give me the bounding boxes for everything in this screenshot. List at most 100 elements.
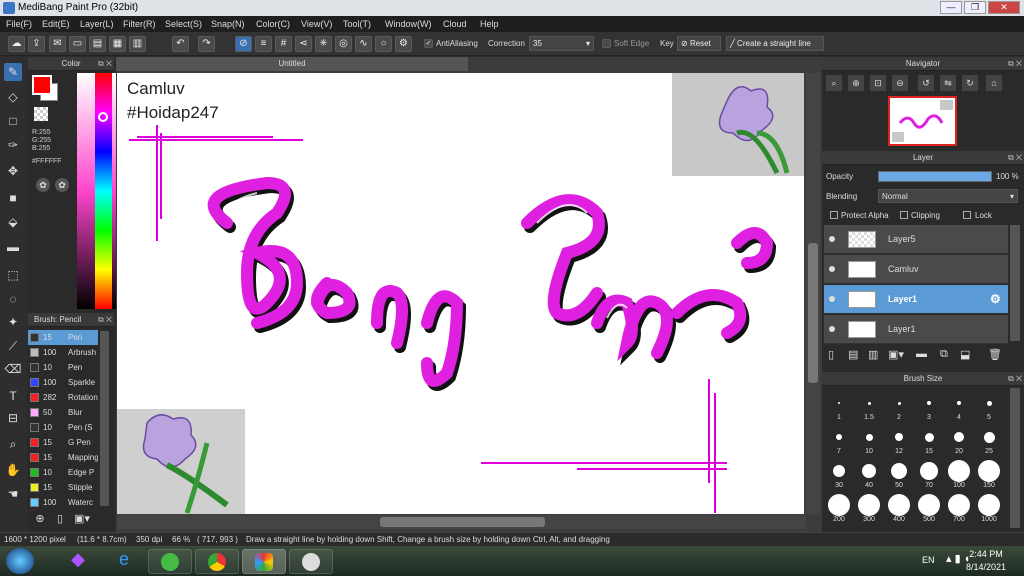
export-icon[interactable]: ▦ <box>109 36 126 52</box>
clipping-checkbox[interactable] <box>900 211 908 219</box>
brush-size-option[interactable]: 10 <box>857 426 881 455</box>
flip-icon[interactable]: ⇋ <box>940 75 956 91</box>
divide-tool-icon[interactable]: ⊟ <box>4 409 22 427</box>
snap-radial-icon[interactable]: ✳ <box>315 36 332 52</box>
magic-wand-icon[interactable]: ✦ <box>4 313 22 331</box>
medibang-taskbar-icon[interactable] <box>242 549 286 574</box>
language-indicator[interactable]: EN <box>922 555 935 565</box>
paint-icon[interactable] <box>289 549 333 574</box>
antialiasing-checkbox[interactable]: ✓ <box>424 39 433 48</box>
internet-explorer-icon[interactable]: e <box>102 549 146 574</box>
correction-select[interactable]: 35 ▾ <box>529 36 594 51</box>
brush-size-option[interactable]: 1 <box>827 392 851 421</box>
vertical-scroll-thumb[interactable] <box>808 243 818 383</box>
brush-size-option[interactable]: 30 <box>827 460 851 489</box>
brush-item[interactable]: 10 Pen (S <box>28 420 98 435</box>
settings-icon[interactable]: ▥ <box>129 36 146 52</box>
layer-settings-icon[interactable]: ⚙ <box>990 292 1001 306</box>
hue-bar[interactable] <box>95 73 112 309</box>
snap-off-icon[interactable]: ⊘ <box>235 36 252 52</box>
redo-icon[interactable]: ↷ <box>198 36 215 52</box>
menu-cloud[interactable]: Cloud <box>443 19 467 29</box>
text-tool-icon[interactable]: T <box>4 387 22 405</box>
rotate-right-icon[interactable]: ↻ <box>962 75 978 91</box>
snap-parallel-icon[interactable]: ≡ <box>255 36 272 52</box>
move-tool-icon[interactable]: ✥ <box>4 162 22 180</box>
transparent-swatch[interactable] <box>34 107 48 121</box>
brush-scrollbar[interactable] <box>100 331 109 506</box>
palette-icon[interactable]: ✿ <box>36 178 50 192</box>
cloud-icon[interactable]: ☁ <box>8 36 25 52</box>
brush-size-option[interactable]: 20 <box>947 426 971 455</box>
horizontal-scroll-thumb[interactable] <box>380 517 545 527</box>
brush-item[interactable]: 100 Waterc <box>28 495 98 510</box>
brush-item[interactable]: 50 Blur <box>28 405 98 420</box>
snap-ellipse-icon[interactable]: ○ <box>375 36 392 52</box>
brush-size-option[interactable]: 700 <box>947 494 971 523</box>
select-pen-icon[interactable]: ⟋ <box>4 337 22 355</box>
primary-color-swatch[interactable] <box>32 75 52 95</box>
panel-controls-icon[interactable]: ⧉ ✕ <box>992 151 1022 165</box>
menu-color[interactable]: Color(C) <box>256 19 290 29</box>
start-button[interactable] <box>6 548 34 574</box>
brush-item[interactable]: 15 G Pen <box>28 435 98 450</box>
brush-size-option[interactable]: 70 <box>917 460 941 489</box>
brush-item[interactable]: 15 Stipple <box>28 480 98 495</box>
panel-controls-icon[interactable]: ⧉ ✕ <box>992 372 1022 386</box>
vertical-scrollbar[interactable] <box>806 73 820 514</box>
panel-controls-icon[interactable]: ⧉ ✕ <box>60 57 112 71</box>
merge-layer-icon[interactable]: ⬓ <box>960 348 970 361</box>
brush-size-option[interactable]: 7 <box>827 426 851 455</box>
pen-tool-icon[interactable]: ✑ <box>4 136 22 154</box>
menu-layer[interactable]: Layer(L) <box>80 19 114 29</box>
eye-icon[interactable] <box>829 266 835 272</box>
eye-icon[interactable] <box>829 236 835 242</box>
menu-help[interactable]: Help <box>480 19 499 29</box>
reset-button[interactable]: ⊘ Reset <box>677 36 721 51</box>
bucket-tool-icon[interactable]: ⬙ <box>4 213 22 231</box>
menu-snap[interactable]: Snap(N) <box>211 19 245 29</box>
snap-curve-icon[interactable]: ∿ <box>355 36 372 52</box>
brush-menu-icon[interactable]: ▣▾ <box>72 512 92 528</box>
menu-edit[interactable]: Edit(E) <box>42 19 70 29</box>
zoom-in-icon[interactable]: ⊕ <box>848 75 864 91</box>
eraser-tool-icon[interactable]: ◇ <box>4 88 22 106</box>
brush-item[interactable]: 282 Rotation <box>28 390 98 405</box>
hand-tool-icon[interactable]: ✋ <box>4 461 22 479</box>
undo-icon[interactable]: ↶ <box>172 36 189 52</box>
blending-select[interactable]: Normal ▾ <box>878 189 1018 203</box>
menu-file[interactable]: File(F) <box>6 19 32 29</box>
close-button[interactable]: ✕ <box>988 1 1020 14</box>
delete-layer-icon[interactable]: 🗑 <box>988 348 1002 361</box>
brush-size-option[interactable]: 25 <box>977 426 1001 455</box>
menu-tool[interactable]: Tool(T) <box>343 19 371 29</box>
shape-tool-icon[interactable]: □ <box>4 112 22 130</box>
brush-size-option[interactable]: 40 <box>857 460 881 489</box>
snap-grid-icon[interactable]: # <box>275 36 292 52</box>
select-rect-icon[interactable]: ⬚ <box>4 266 22 284</box>
layer-row[interactable]: Layer5 <box>824 225 1008 254</box>
visual-studio-icon[interactable]: ◆ <box>56 549 100 574</box>
snap-vanish-icon[interactable]: ⋖ <box>295 36 312 52</box>
fit-window-icon[interactable]: ⊡ <box>870 75 886 91</box>
clock[interactable]: 2:44 PM 8/14/2021 <box>966 549 1006 572</box>
menu-view[interactable]: View(V) <box>301 19 332 29</box>
brush-size-option[interactable]: 400 <box>887 494 911 523</box>
snap-settings-icon[interactable]: ⚙ <box>395 36 412 52</box>
straight-line-button[interactable]: ╱ Create a straight line <box>726 36 824 51</box>
brush-tool-icon[interactable]: ✎ <box>4 63 22 81</box>
brush-size-option[interactable]: 4 <box>947 392 971 421</box>
gradient-tool-icon[interactable]: ▬ <box>4 238 22 256</box>
eyedropper-icon[interactable]: ⌕ <box>4 435 22 453</box>
minimize-button[interactable]: — <box>940 1 962 14</box>
brush-size-option[interactable]: 15 <box>917 426 941 455</box>
brush-item[interactable]: 100 Sparkle <box>28 375 98 390</box>
brush-size-option[interactable]: 100 <box>947 460 971 489</box>
layer-row-selected[interactable]: Layer1 ⚙ <box>824 285 1008 314</box>
menu-filter[interactable]: Filter(R) <box>123 19 156 29</box>
new-8bit-layer-icon[interactable]: ▥ <box>868 348 878 361</box>
new-file-icon[interactable]: ▭ <box>69 36 86 52</box>
new-halftone-layer-icon[interactable]: ▤ <box>848 348 858 361</box>
brush-item[interactable]: 15 Mapping <box>28 450 98 465</box>
duplicate-layer-icon[interactable]: ⧉ <box>940 348 948 361</box>
